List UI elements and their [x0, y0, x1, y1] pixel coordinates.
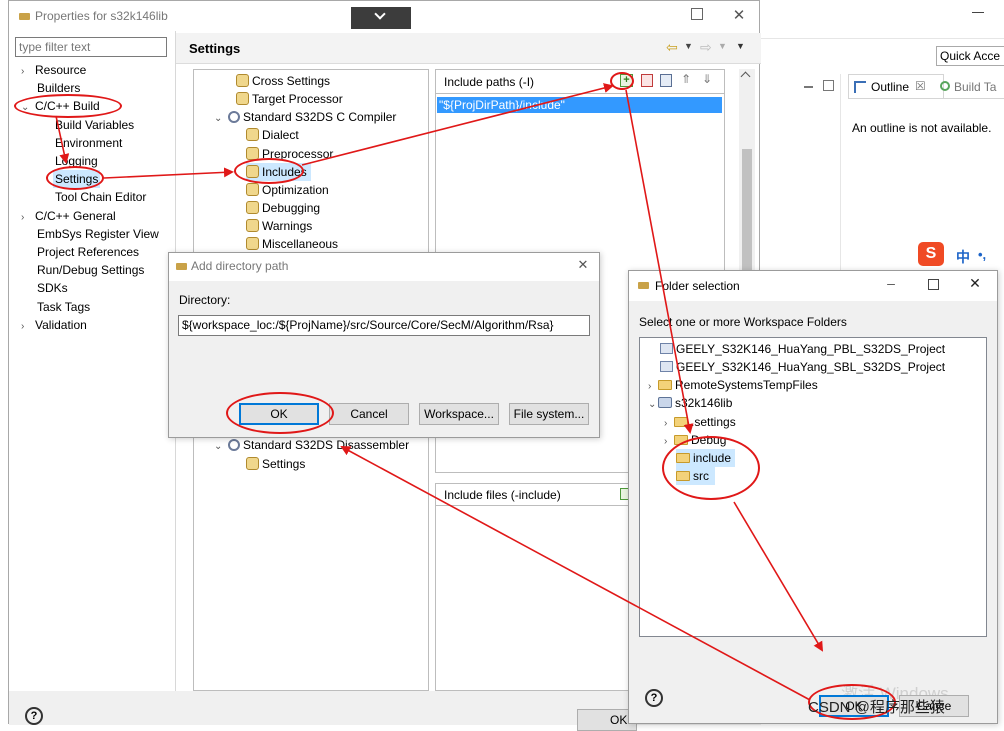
arrow-add-to-folder — [625, 89, 694, 434]
arrow-includes-to-add — [301, 83, 614, 166]
arrow-build-to-settings — [55, 115, 70, 164]
arrow-settings-to-includes — [103, 167, 234, 179]
annotation-arrows — [55, 83, 824, 701]
csdn-credit: CSDN @程序那些猿 — [808, 699, 945, 716]
arrow-folder-to-ok — [733, 501, 824, 652]
arrow-ok-to-disassembler — [340, 446, 811, 701]
